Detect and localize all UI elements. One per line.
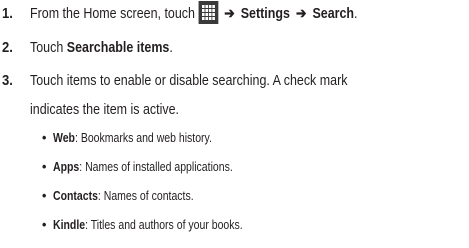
bullet-desc: : Names of contacts. (97, 189, 194, 203)
arrow-icon: ➔ (295, 6, 307, 22)
bullet-desc: : Titles and authors of your books. (85, 218, 243, 232)
step-text: From the Home screen, touch ➔ Settings ➔ … (30, 0, 358, 29)
bullet-text: Web: Bookmarks and web history. (53, 128, 212, 148)
step-prefix: From the Home screen, touch (30, 6, 195, 22)
step-text-line-1: Touch items to enable or disable searchi… (30, 73, 348, 89)
bullet-term: Contacts (53, 189, 98, 203)
bullet-term: Web (53, 131, 75, 145)
step-prefix: Touch (30, 40, 64, 56)
path-search: Search (312, 6, 355, 22)
bullet-icon: • (42, 189, 47, 203)
step-number: 2. (2, 40, 13, 56)
step-suffix: . (169, 40, 173, 56)
apps-grid-icon (198, 0, 219, 24)
bullet-desc: : Names of installed applications. (79, 160, 233, 174)
step-number: 1. (2, 6, 13, 22)
bullet-text: Apps: Names of installed applications. (53, 157, 233, 177)
step-suffix: . (354, 6, 358, 22)
path-settings: Settings (240, 6, 290, 22)
bullet-icon: • (42, 218, 47, 232)
bullet-icon: • (42, 131, 47, 145)
bullet-term: Kindle (53, 218, 86, 232)
step-number: 3. (2, 73, 13, 89)
bullet-text: Kindle: Titles and authors of your books… (53, 215, 243, 235)
step-text-line-2: indicates the item is active. (30, 102, 180, 118)
bullet-icon: • (42, 160, 47, 174)
step-bold-term: Searchable items (66, 40, 170, 56)
bullet-desc: : Bookmarks and web history. (74, 131, 212, 145)
bullet-term: Apps (53, 160, 80, 174)
step-text: Touch Searchable items. (30, 34, 173, 63)
arrow-icon: ➔ (224, 6, 235, 22)
bullet-text: Contacts: Names of contacts. (53, 186, 194, 206)
